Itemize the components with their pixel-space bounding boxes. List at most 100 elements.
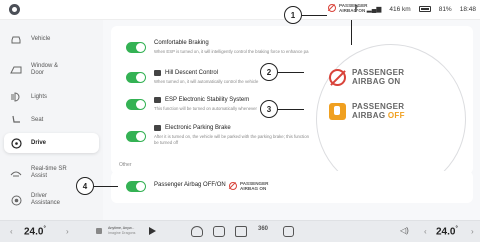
comfortable-braking-toggle[interactable] [126, 42, 146, 53]
sr-assist-icon [10, 167, 22, 179]
light-icon [10, 91, 22, 103]
sidebar-item-label: Vehicle [31, 35, 51, 42]
sidebar-item-label: Window & Door [31, 63, 59, 76]
annotation-number: 1 [290, 10, 296, 20]
car-icon [10, 33, 22, 45]
system-status: ᛒ ▂▄▆ 416 km 81% 18:48 [353, 4, 476, 14]
row-desc: After it is turned on, the vehicle will … [154, 134, 310, 139]
row-title-text: Hill Descent Control [165, 70, 219, 76]
apps-grid-icon[interactable] [283, 226, 294, 237]
sidebar-item-label: Driver Assistance [31, 193, 61, 206]
camera-360-label: 360 [258, 226, 269, 232]
sidebar-item-label: Seat [31, 116, 44, 123]
media-artist: Imagine Dragons [108, 230, 136, 235]
row-title: Hill Descent Control [154, 70, 218, 76]
album-art-icon [96, 227, 102, 234]
row-title: Comfortable Braking [154, 40, 209, 46]
window-door-icon [10, 64, 22, 76]
badge-text-off: OFF [387, 111, 405, 120]
sidebar-item-window-door[interactable]: Window & Door [4, 58, 99, 82]
sidebar-item-lights[interactable]: Lights [4, 87, 99, 107]
sidebar-item-seat[interactable]: Seat [4, 110, 99, 130]
right-temp-decrease-icon[interactable]: ‹ [424, 227, 427, 236]
status-bar: PASSENGER AIRBAG ON ᛒ ▂▄▆ 416 km 81% 18:… [0, 0, 480, 20]
airbag-on-icon [229, 182, 237, 190]
badge-text-line2: AIRBAG ON [240, 186, 267, 191]
volume-icon[interactable]: ◁) [400, 226, 409, 235]
right-temperature[interactable]: 24.0° [436, 226, 458, 237]
esp-icon [154, 97, 161, 103]
camera-360-icon[interactable]: 360 [258, 226, 268, 232]
row-desc: When ESP is turned on, it will intellige… [154, 49, 309, 54]
hill-descent-toggle[interactable] [126, 72, 146, 83]
temp-unit: ° [455, 226, 458, 232]
row-title-text: ESP Electronic Stability System [165, 97, 250, 103]
annotation-2: 2 [260, 63, 278, 81]
hill-descent-icon [154, 70, 161, 76]
sidebar-item-label: Real-time SR Assist [31, 166, 67, 179]
passenger-airbag-inline-badge: PASSENGER AIRBAG ON [229, 181, 269, 191]
sidebar-item-label: Drive [31, 139, 47, 146]
drive-settings-card: Comfortable Braking When ESP is turned o… [111, 26, 473, 194]
music-icon[interactable] [235, 226, 247, 237]
temp-unit: ° [43, 226, 46, 232]
right-temp-value: 24.0 [436, 226, 456, 238]
left-temp-increase-icon[interactable]: › [66, 227, 69, 236]
annotation-3: 3 [260, 100, 278, 118]
range-text: 416 km [389, 5, 411, 13]
bottom-dock: ‹ 24.0° › Anytime, Anyw... Imagine Drago… [0, 220, 480, 242]
left-temperature[interactable]: 24.0° [24, 226, 46, 237]
sidebar-item-vehicle[interactable]: Vehicle [4, 29, 99, 49]
airbag-off-icon [329, 102, 346, 120]
driver-assist-icon [10, 194, 22, 206]
navigation-icon[interactable] [191, 226, 203, 237]
annotation-1: 1 [284, 6, 302, 24]
clock: 18:48 [459, 5, 476, 13]
annotation-4: 4 [76, 177, 94, 195]
badge-text-line1: PASSENGER [352, 68, 405, 77]
airbag-on-icon [328, 4, 336, 12]
steering-icon [10, 137, 22, 149]
other-section-label: Other [119, 162, 132, 168]
other-settings-card: Passenger Airbag OFF/ON PASSENGER AIRBAG… [111, 171, 473, 203]
annotation-4-leader [94, 186, 118, 188]
bluetooth-icon: ᛒ [353, 4, 359, 13]
annotation-1-leader [302, 15, 327, 17]
right-temp-increase-icon[interactable]: › [471, 227, 474, 236]
badge-text-line2: AIRBAG OFF [352, 111, 405, 120]
badge-text-airbag: AIRBAG [352, 111, 388, 120]
row-title: ESP Electronic Stability System [154, 97, 249, 103]
row-title-text: Electronic Parking Brake [165, 125, 231, 131]
airbag-off-badge-large: PASSENGER AIRBAG OFF [329, 102, 405, 120]
left-temp-value: 24.0 [24, 226, 44, 238]
drive-settings-panel: Comfortable Braking When ESP is turned o… [103, 20, 480, 220]
sidebar-item-label: Lights [31, 93, 48, 100]
media-title: Anytime, Anyw... [108, 226, 135, 230]
parking-brake-toggle[interactable] [126, 131, 146, 142]
callout-pointer-line [351, 20, 353, 45]
passenger-airbag-title: Passenger Airbag OFF/ON [154, 182, 226, 188]
battery-icon [418, 6, 431, 12]
annotation-3-leader [278, 109, 304, 111]
battery-percent: 81% [438, 5, 452, 13]
row-desc: When turned on, it will automatically co… [154, 79, 259, 84]
row-desc: be turned off [154, 140, 179, 145]
left-temp-decrease-icon[interactable]: ‹ [10, 227, 13, 236]
sidebar-item-drive[interactable]: Drive [4, 133, 99, 153]
play-icon[interactable] [149, 226, 157, 235]
esp-toggle[interactable] [126, 99, 146, 110]
vehicle-control-icon[interactable] [213, 226, 225, 237]
parking-brake-icon [154, 125, 161, 131]
annotation-number: 2 [266, 67, 272, 77]
app-logo-icon[interactable] [9, 4, 20, 15]
badge-text-line1: PASSENGER [352, 102, 405, 111]
media-widget[interactable]: Anytime, Anyw... Imagine Dragons [96, 226, 157, 235]
annotation-number: 4 [82, 181, 88, 191]
airbag-on-icon [329, 68, 346, 86]
passenger-airbag-toggle[interactable] [126, 181, 146, 192]
row-desc: This function will be turned on automati… [154, 106, 257, 111]
badge-text-line2: AIRBAG ON [352, 77, 401, 86]
annotation-number: 3 [266, 104, 272, 114]
signal-icon: ▂▄▆ [366, 6, 382, 13]
row-title: Electronic Parking Brake [154, 125, 231, 131]
